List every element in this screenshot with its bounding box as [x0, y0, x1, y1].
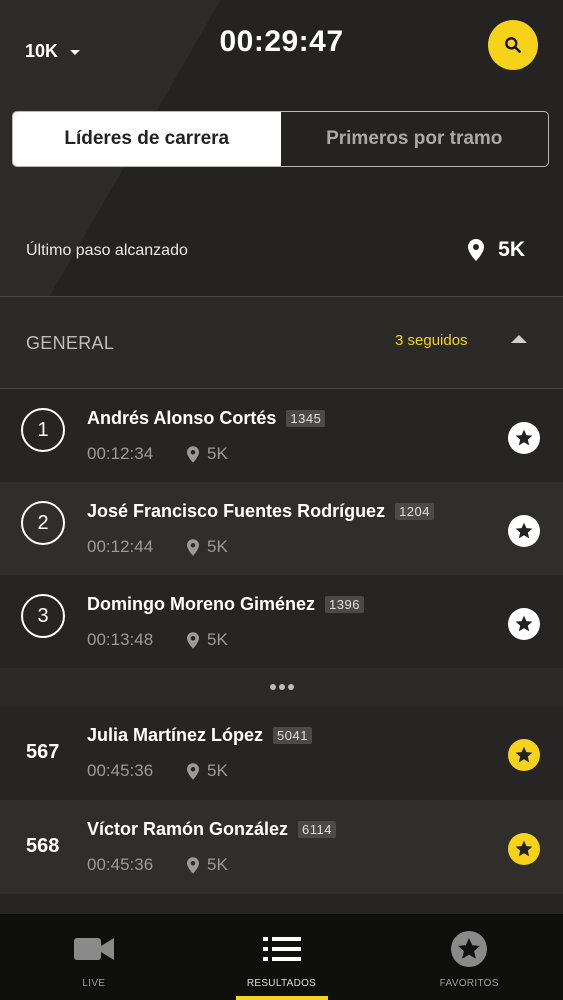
tab-switcher: Líderes de carrera Primeros por tramo — [12, 111, 549, 167]
list-icon — [262, 932, 301, 966]
favorite-toggle[interactable] — [508, 739, 540, 771]
last-step-distance: 5K — [498, 238, 525, 261]
section-header-general: GENERAL 3 seguidos — [0, 297, 563, 388]
show-more-ellipsis[interactable] — [0, 668, 563, 706]
runner-checkpoint: 5K — [207, 444, 228, 463]
location-pin-icon — [187, 762, 199, 780]
bottom-navigation: LIVE RESULTADOS FAVORITOS — [0, 914, 563, 1000]
runner-row[interactable]: 568 Víctor Ramón González 6114 00:45:36 … — [0, 800, 563, 894]
tab-race-leaders[interactable]: Líderes de carrera — [13, 112, 281, 166]
runner-name: Julia Martínez López — [87, 725, 264, 745]
runner-time: 00:45:36 — [87, 855, 154, 874]
runner-time: 00:12:44 — [87, 537, 154, 556]
last-step-label: Último paso alcanzado — [26, 242, 188, 259]
following-count: 3 seguidos — [395, 332, 468, 349]
runner-row[interactable]: 2 José Francisco Fuentes Rodríguez 1204 … — [0, 482, 563, 576]
search-button[interactable] — [488, 20, 538, 70]
favorite-toggle[interactable] — [508, 833, 540, 865]
runner-name: José Francisco Fuentes Rodríguez — [87, 501, 386, 521]
nav-label: FAVORITOS — [439, 978, 499, 989]
location-pin-icon — [187, 631, 199, 649]
video-camera-icon — [73, 932, 114, 966]
location-pin-icon — [187, 856, 199, 874]
runner-time: 00:13:48 — [87, 630, 154, 649]
location-pin-icon — [187, 538, 199, 556]
bib-number: 1204 — [395, 503, 434, 520]
runner-row[interactable]: 567 Julia Martínez López 5041 00:45:36 5… — [0, 706, 563, 800]
star-icon — [515, 429, 533, 446]
last-step-value: 5K — [468, 238, 525, 262]
runner-checkpoint: 5K — [207, 855, 228, 874]
collapse-chevron-icon[interactable] — [511, 335, 527, 343]
nav-label: LIVE — [82, 978, 106, 989]
bib-number: 1396 — [325, 596, 364, 613]
runner-name: Domingo Moreno Giménez — [87, 594, 316, 614]
runner-time: 00:45:36 — [87, 761, 154, 780]
nav-results[interactable]: RESULTADOS — [188, 914, 376, 1000]
favorite-toggle[interactable] — [508, 608, 540, 640]
bib-number: 6114 — [298, 821, 337, 838]
last-step-reached: Último paso alcanzado 5K — [0, 226, 563, 278]
favorite-toggle[interactable] — [508, 515, 540, 547]
star-icon — [515, 522, 533, 539]
nav-favorites[interactable]: FAVORITOS — [375, 914, 563, 1000]
tab-first-by-section[interactable]: Primeros por tramo — [281, 112, 549, 166]
rank-number: 568 — [26, 835, 60, 857]
runner-checkpoint: 5K — [207, 761, 228, 780]
location-pin-icon — [468, 239, 485, 261]
rank-number: 567 — [26, 741, 60, 763]
nav-label: RESULTADOS — [246, 978, 317, 989]
runner-row[interactable]: 1 Andrés Alonso Cortés 1345 00:12:34 5K — [0, 389, 563, 483]
runner-checkpoint: 5K — [207, 630, 228, 649]
runner-name: Víctor Ramón González — [87, 819, 289, 839]
runner-row-partial — [0, 894, 563, 914]
rank-badge: 3 — [21, 594, 65, 638]
top-bar: 10K 00:29:47 — [0, 0, 563, 92]
ellipsis-dot — [269, 684, 276, 690]
bib-number: 1345 — [286, 410, 326, 427]
location-pin-icon — [187, 445, 199, 463]
runner-checkpoint: 5K — [207, 537, 228, 556]
section-title: GENERAL — [26, 333, 115, 353]
ellipsis-dot — [287, 684, 294, 690]
runner-time: 00:12:34 — [87, 444, 154, 463]
ellipsis-dot — [278, 684, 285, 690]
star-icon — [515, 840, 533, 857]
star-icon — [451, 931, 488, 967]
active-tab-indicator — [235, 996, 328, 1000]
star-icon — [515, 615, 533, 632]
runner-name: Andrés Alonso Cortés — [87, 408, 277, 428]
favorite-toggle[interactable] — [508, 422, 540, 454]
race-timer: 00:29:47 — [219, 25, 344, 58]
star-icon — [515, 746, 533, 763]
runner-row[interactable]: 3 Domingo Moreno Giménez 1396 00:13:48 5… — [0, 575, 563, 669]
nav-live[interactable]: LIVE — [0, 914, 188, 1000]
search-icon — [505, 37, 521, 53]
rank-badge: 1 — [21, 408, 65, 452]
bib-number: 5041 — [273, 727, 312, 744]
rank-badge: 2 — [21, 501, 65, 545]
